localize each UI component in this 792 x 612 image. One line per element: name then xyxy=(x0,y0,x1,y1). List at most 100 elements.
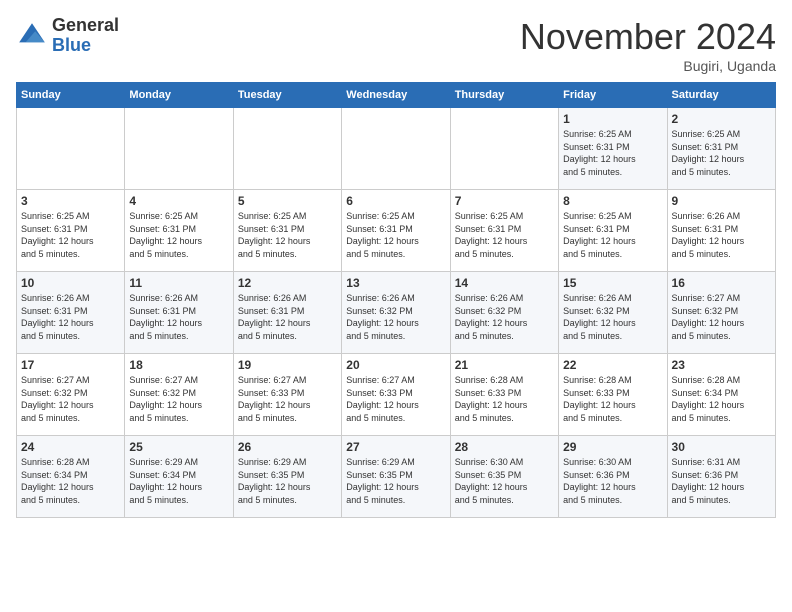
day-cell-2: 2 Sunrise: 6:25 AM Sunset: 6:31 PM Daylig… xyxy=(667,108,775,190)
week-row-1: 1Sunrise: 6:25 AM Sunset: 6:31 PM Daylig… xyxy=(17,108,776,190)
header-saturday: Saturday xyxy=(667,83,775,108)
day-cell-4: 4 Sunrise: 6:25 AM Sunset: 6:31 PM Daylig… xyxy=(125,190,233,272)
week-row-5: 24 Sunrise: 6:28 AM Sunset: 6:34 PM Dayli… xyxy=(17,436,776,518)
day-info: Sunrise: 6:29 AM Sunset: 6:34 PM Dayligh… xyxy=(129,456,228,506)
header-wednesday: Wednesday xyxy=(342,83,450,108)
day-info: Sunrise: 6:28 AM Sunset: 6:34 PM Dayligh… xyxy=(21,456,120,506)
day-info: Sunrise: 6:25 AM Sunset: 6:31 PM Dayligh… xyxy=(563,128,662,178)
day-number: 28 xyxy=(455,440,554,454)
day-info: Sunrise: 6:30 AM Sunset: 6:35 PM Dayligh… xyxy=(455,456,554,506)
day-cell-16: 16 Sunrise: 6:27 AM Sunset: 6:32 PM Dayli… xyxy=(667,272,775,354)
week-row-4: 17 Sunrise: 6:27 AM Sunset: 6:32 PM Dayli… xyxy=(17,354,776,436)
day-info: Sunrise: 6:25 AM Sunset: 6:31 PM Dayligh… xyxy=(129,210,228,260)
header-tuesday: Tuesday xyxy=(233,83,341,108)
calendar-table: SundayMondayTuesdayWednesdayThursdayFrid… xyxy=(16,82,776,518)
day-number: 30 xyxy=(672,440,771,454)
day-cell-8: 8 Sunrise: 6:25 AM Sunset: 6:31 PM Daylig… xyxy=(559,190,667,272)
day-cell-14: 14Sunrise: 6:26 AM Sunset: 6:32 PM Dayli… xyxy=(450,272,558,354)
day-cell-23: 23 Sunrise: 6:28 AM Sunset: 6:34 PM Dayli… xyxy=(667,354,775,436)
page-header: General Blue November 2024 Bugiri, Ugand… xyxy=(16,16,776,74)
day-number: 21 xyxy=(455,358,554,372)
month-title: November 2024 xyxy=(520,16,776,58)
day-info: Sunrise: 6:26 AM Sunset: 6:31 PM Dayligh… xyxy=(672,210,771,260)
day-cell-18: 18Sunrise: 6:27 AM Sunset: 6:32 PM Dayli… xyxy=(125,354,233,436)
day-number: 8 xyxy=(563,194,662,208)
day-info: Sunrise: 6:29 AM Sunset: 6:35 PM Dayligh… xyxy=(238,456,337,506)
header-sunday: Sunday xyxy=(17,83,125,108)
day-cell-10: 10 Sunrise: 6:26 AM Sunset: 6:31 PM Dayli… xyxy=(17,272,125,354)
day-info: Sunrise: 6:28 AM Sunset: 6:33 PM Dayligh… xyxy=(455,374,554,424)
day-cell-21: 21 Sunrise: 6:28 AM Sunset: 6:33 PM Dayli… xyxy=(450,354,558,436)
day-cell-7: 7Sunrise: 6:25 AM Sunset: 6:31 PM Daylig… xyxy=(450,190,558,272)
day-cell-12: 12 Sunrise: 6:26 AM Sunset: 6:31 PM Dayli… xyxy=(233,272,341,354)
day-info: Sunrise: 6:25 AM Sunset: 6:31 PM Dayligh… xyxy=(21,210,120,260)
day-cell-19: 19 Sunrise: 6:27 AM Sunset: 6:33 PM Dayli… xyxy=(233,354,341,436)
day-info: Sunrise: 6:29 AM Sunset: 6:35 PM Dayligh… xyxy=(346,456,445,506)
day-number: 23 xyxy=(672,358,771,372)
day-info: Sunrise: 6:26 AM Sunset: 6:31 PM Dayligh… xyxy=(238,292,337,342)
day-info: Sunrise: 6:27 AM Sunset: 6:32 PM Dayligh… xyxy=(21,374,120,424)
day-info: Sunrise: 6:27 AM Sunset: 6:33 PM Dayligh… xyxy=(346,374,445,424)
day-number: 17 xyxy=(21,358,120,372)
day-cell-empty xyxy=(125,108,233,190)
day-cell-20: 20 Sunrise: 6:27 AM Sunset: 6:33 PM Dayli… xyxy=(342,354,450,436)
day-cell-15: 15Sunrise: 6:26 AM Sunset: 6:32 PM Dayli… xyxy=(559,272,667,354)
day-number: 12 xyxy=(238,276,337,290)
day-cell-26: 26 Sunrise: 6:29 AM Sunset: 6:35 PM Dayli… xyxy=(233,436,341,518)
day-info: Sunrise: 6:26 AM Sunset: 6:31 PM Dayligh… xyxy=(129,292,228,342)
day-number: 2 xyxy=(672,112,771,126)
day-number: 27 xyxy=(346,440,445,454)
logo-general-text: General xyxy=(52,15,119,35)
day-number: 20 xyxy=(346,358,445,372)
day-number: 10 xyxy=(21,276,120,290)
header-monday: Monday xyxy=(125,83,233,108)
day-info: Sunrise: 6:25 AM Sunset: 6:31 PM Dayligh… xyxy=(455,210,554,260)
day-cell-25: 25 Sunrise: 6:29 AM Sunset: 6:34 PM Dayli… xyxy=(125,436,233,518)
day-cell-22: 22Sunrise: 6:28 AM Sunset: 6:33 PM Dayli… xyxy=(559,354,667,436)
day-number: 9 xyxy=(672,194,771,208)
logo-blue-text: Blue xyxy=(52,35,91,55)
logo: General Blue xyxy=(16,16,119,56)
day-number: 3 xyxy=(21,194,120,208)
day-number: 24 xyxy=(21,440,120,454)
day-cell-3: 3 Sunrise: 6:25 AM Sunset: 6:31 PM Daylig… xyxy=(17,190,125,272)
day-number: 4 xyxy=(129,194,228,208)
day-cell-13: 13Sunrise: 6:26 AM Sunset: 6:32 PM Dayli… xyxy=(342,272,450,354)
day-info: Sunrise: 6:30 AM Sunset: 6:36 PM Dayligh… xyxy=(563,456,662,506)
day-number: 25 xyxy=(129,440,228,454)
day-info: Sunrise: 6:27 AM Sunset: 6:33 PM Dayligh… xyxy=(238,374,337,424)
day-info: Sunrise: 6:27 AM Sunset: 6:32 PM Dayligh… xyxy=(129,374,228,424)
day-number: 29 xyxy=(563,440,662,454)
weekday-header-row: SundayMondayTuesdayWednesdayThursdayFrid… xyxy=(17,83,776,108)
day-cell-empty xyxy=(342,108,450,190)
day-number: 19 xyxy=(238,358,337,372)
title-block: November 2024 Bugiri, Uganda xyxy=(520,16,776,74)
day-info: Sunrise: 6:31 AM Sunset: 6:36 PM Dayligh… xyxy=(672,456,771,506)
day-number: 16 xyxy=(672,276,771,290)
header-thursday: Thursday xyxy=(450,83,558,108)
day-cell-30: 30 Sunrise: 6:31 AM Sunset: 6:36 PM Dayli… xyxy=(667,436,775,518)
day-cell-9: 9 Sunrise: 6:26 AM Sunset: 6:31 PM Daylig… xyxy=(667,190,775,272)
day-info: Sunrise: 6:25 AM Sunset: 6:31 PM Dayligh… xyxy=(238,210,337,260)
day-info: Sunrise: 6:25 AM Sunset: 6:31 PM Dayligh… xyxy=(563,210,662,260)
day-number: 11 xyxy=(129,276,228,290)
day-info: Sunrise: 6:27 AM Sunset: 6:32 PM Dayligh… xyxy=(672,292,771,342)
day-number: 15 xyxy=(563,276,662,290)
day-number: 13 xyxy=(346,276,445,290)
logo-icon xyxy=(16,20,48,52)
day-info: Sunrise: 6:28 AM Sunset: 6:34 PM Dayligh… xyxy=(672,374,771,424)
day-cell-5: 5Sunrise: 6:25 AM Sunset: 6:31 PM Daylig… xyxy=(233,190,341,272)
day-cell-1: 1Sunrise: 6:25 AM Sunset: 6:31 PM Daylig… xyxy=(559,108,667,190)
day-info: Sunrise: 6:26 AM Sunset: 6:32 PM Dayligh… xyxy=(455,292,554,342)
day-cell-17: 17 Sunrise: 6:27 AM Sunset: 6:32 PM Dayli… xyxy=(17,354,125,436)
location: Bugiri, Uganda xyxy=(520,58,776,74)
day-info: Sunrise: 6:26 AM Sunset: 6:31 PM Dayligh… xyxy=(21,292,120,342)
day-cell-11: 11 Sunrise: 6:26 AM Sunset: 6:31 PM Dayli… xyxy=(125,272,233,354)
day-cell-empty xyxy=(233,108,341,190)
day-cell-29: 29 Sunrise: 6:30 AM Sunset: 6:36 PM Dayli… xyxy=(559,436,667,518)
day-cell-28: 28 Sunrise: 6:30 AM Sunset: 6:35 PM Dayli… xyxy=(450,436,558,518)
day-cell-empty xyxy=(450,108,558,190)
day-info: Sunrise: 6:28 AM Sunset: 6:33 PM Dayligh… xyxy=(563,374,662,424)
day-number: 26 xyxy=(238,440,337,454)
day-info: Sunrise: 6:25 AM Sunset: 6:31 PM Dayligh… xyxy=(672,128,771,178)
